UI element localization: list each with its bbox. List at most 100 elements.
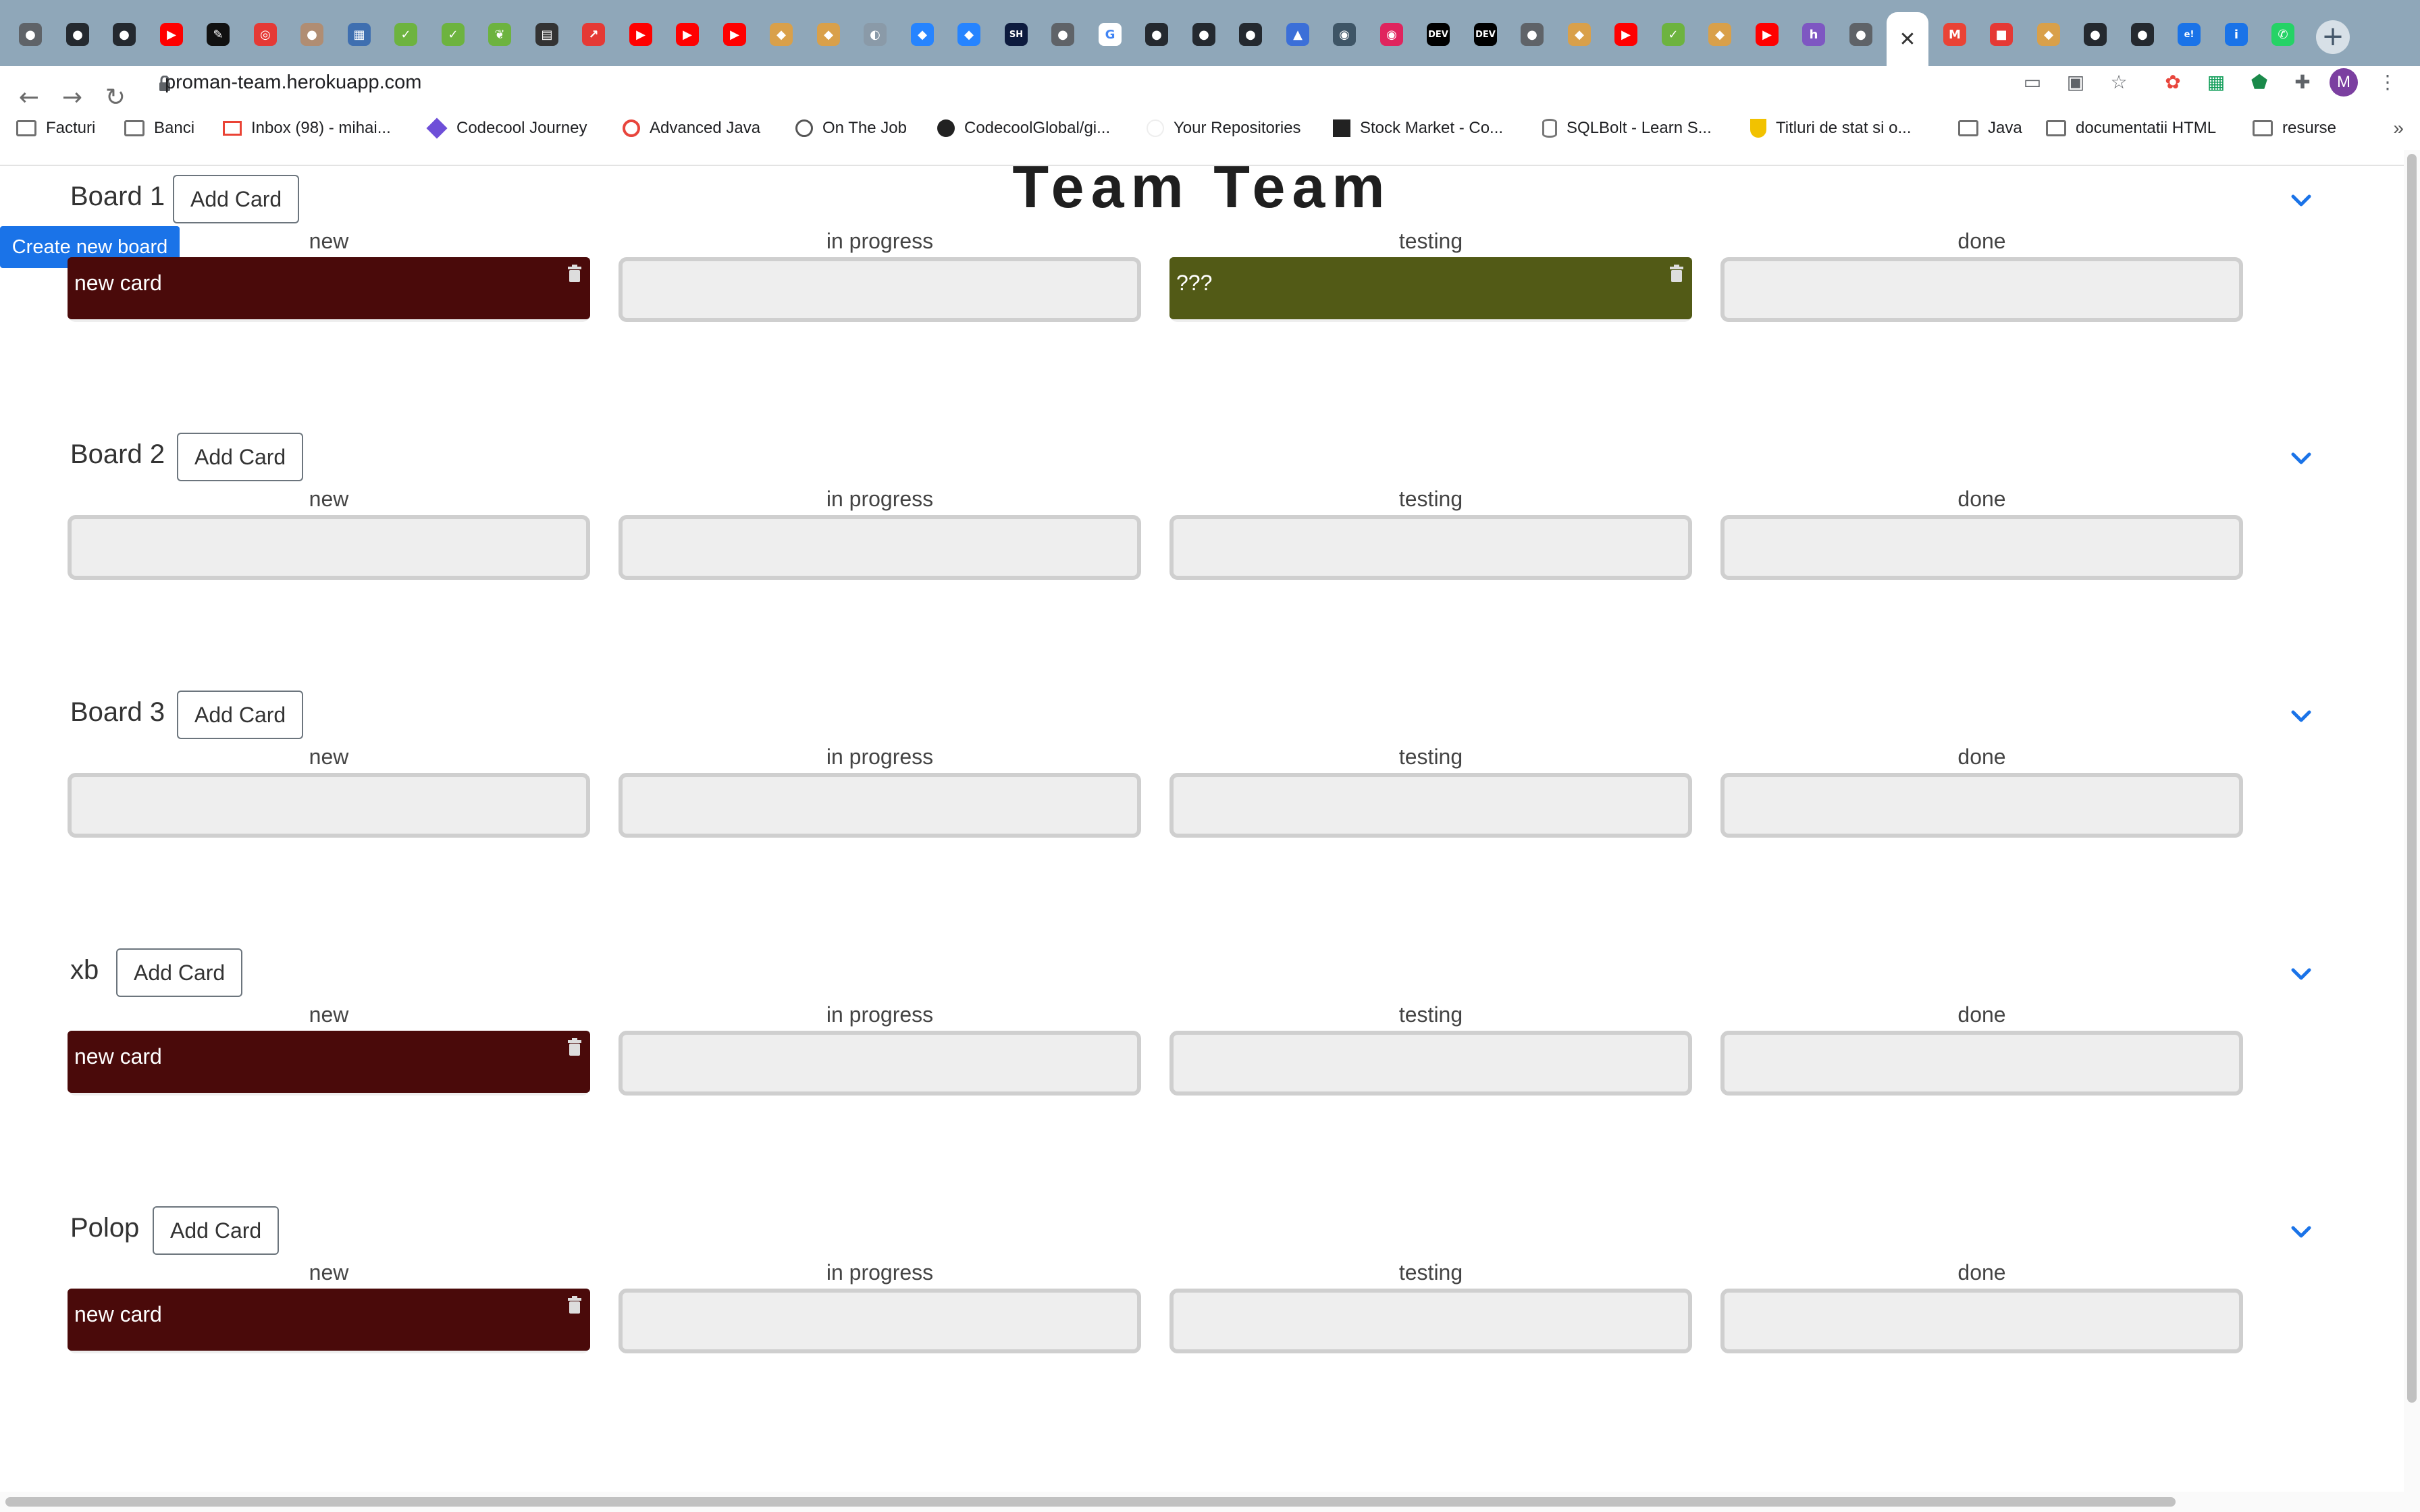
browser-tab[interactable]: ◆ bbox=[808, 12, 849, 57]
board-title[interactable]: Board 1 bbox=[70, 182, 165, 212]
card-title[interactable]: new card bbox=[74, 271, 162, 295]
browser-tab[interactable]: ✓ bbox=[1652, 12, 1694, 57]
bookmark-item[interactable]: resurse bbox=[2253, 108, 2336, 148]
bookmark-item[interactable]: CodecoolGlobal/gi... bbox=[937, 108, 1110, 148]
column-dropzone[interactable] bbox=[68, 515, 590, 580]
browser-tab[interactable]: h bbox=[1793, 12, 1835, 57]
browser-tab[interactable]: ▶ bbox=[1605, 12, 1647, 57]
bookmark-item[interactable]: Codecool Journey bbox=[426, 108, 587, 148]
bookmark-item[interactable]: Advanced Java bbox=[623, 108, 760, 148]
new-tab-button[interactable]: + bbox=[2316, 20, 2350, 54]
bookmark-item[interactable]: Inbox (98) - mihai... bbox=[223, 108, 391, 148]
browser-tab[interactable]: ▶ bbox=[714, 12, 756, 57]
column-dropzone[interactable]: new card bbox=[68, 1289, 590, 1353]
chevron-down-icon[interactable] bbox=[2286, 186, 2316, 215]
address-bar[interactable]: proman-team.herokuapp.com bbox=[165, 68, 421, 97]
profile-avatar[interactable]: M bbox=[2330, 68, 2358, 97]
board-title[interactable]: Polop bbox=[70, 1213, 139, 1243]
browser-tab[interactable]: ■ bbox=[1980, 12, 2022, 57]
trash-icon[interactable] bbox=[566, 264, 583, 284]
bookmark-star-icon[interactable]: ☆ bbox=[2104, 68, 2134, 97]
browser-tab[interactable]: ▤ bbox=[526, 12, 568, 57]
browser-tab[interactable]: ✆ bbox=[2262, 12, 2304, 57]
chevron-down-icon[interactable] bbox=[2286, 1217, 2316, 1247]
card[interactable]: ??? bbox=[1169, 257, 1692, 319]
bookmark-item[interactable]: Stock Market - Co... bbox=[1333, 108, 1503, 148]
browser-tab[interactable]: ● bbox=[2074, 12, 2116, 57]
horizontal-scrollbar-thumb[interactable] bbox=[5, 1497, 2176, 1507]
column-dropzone[interactable] bbox=[1720, 1031, 2243, 1096]
horizontal-scrollbar[interactable] bbox=[0, 1492, 2404, 1512]
add-card-button[interactable]: Add Card bbox=[153, 1206, 280, 1255]
board-title[interactable]: xb bbox=[70, 955, 99, 986]
column-dropzone[interactable] bbox=[619, 515, 1141, 580]
column-dropzone[interactable] bbox=[1169, 773, 1692, 838]
browser-tab[interactable]: ● bbox=[57, 12, 99, 57]
column-dropzone[interactable] bbox=[1169, 1031, 1692, 1096]
bookmark-item[interactable]: Java bbox=[1958, 108, 2022, 148]
browser-tab[interactable]: ◉ bbox=[1323, 12, 1365, 57]
bookmark-item[interactable]: documentatii HTML bbox=[2046, 108, 2216, 148]
browser-tab[interactable]: ◆ bbox=[1558, 12, 1600, 57]
bookmark-item[interactable]: Titluri de stat si o... bbox=[1750, 108, 1912, 148]
browser-tab[interactable]: ● bbox=[9, 12, 51, 57]
browser-tab[interactable]: G bbox=[1089, 12, 1131, 57]
browser-tab[interactable]: ◆ bbox=[760, 12, 802, 57]
card[interactable]: new card bbox=[68, 1289, 590, 1351]
sheets-extension-icon[interactable]: ▦ bbox=[2201, 68, 2231, 97]
column-dropzone[interactable]: new card bbox=[68, 257, 590, 322]
browser-tab[interactable]: ↗ bbox=[573, 12, 614, 57]
browser-tab[interactable]: ▶ bbox=[1746, 12, 1788, 57]
browser-tab[interactable]: ● bbox=[291, 12, 333, 57]
card-title[interactable]: new card bbox=[74, 1302, 162, 1326]
close-tab-icon[interactable]: ✕ bbox=[1899, 28, 1916, 51]
column-dropzone[interactable]: ??? bbox=[1169, 257, 1692, 322]
browser-tab[interactable]: ◆ bbox=[948, 12, 990, 57]
add-card-button[interactable]: Add Card bbox=[173, 175, 300, 223]
card[interactable]: new card bbox=[68, 1031, 590, 1093]
browser-tab[interactable]: ▲ bbox=[1277, 12, 1319, 57]
browser-tab[interactable]: i bbox=[2215, 12, 2257, 57]
vertical-scrollbar-thumb[interactable] bbox=[2407, 154, 2417, 1403]
browser-tab[interactable]: ✎ bbox=[197, 12, 239, 57]
bookmark-item[interactable]: On The Job bbox=[795, 108, 907, 148]
card-title[interactable]: new card bbox=[74, 1044, 162, 1069]
board-title[interactable]: Board 3 bbox=[70, 697, 165, 728]
color-extension-icon[interactable]: ✿ bbox=[2158, 68, 2188, 97]
extensions-puzzle-icon[interactable]: ✚ bbox=[2288, 68, 2317, 97]
column-dropzone[interactable] bbox=[1720, 515, 2243, 580]
browser-tab[interactable]: ● bbox=[1136, 12, 1178, 57]
column-dropzone[interactable] bbox=[1720, 1289, 2243, 1353]
bookmarks-more-button[interactable]: » bbox=[2393, 108, 2404, 148]
bookmark-item[interactable]: Facturi bbox=[16, 108, 95, 148]
column-dropzone[interactable] bbox=[1720, 257, 2243, 322]
browser-tab[interactable]: ◆ bbox=[2028, 12, 2070, 57]
column-dropzone[interactable] bbox=[619, 1031, 1141, 1096]
browser-tab[interactable]: ● bbox=[1230, 12, 1271, 57]
browser-tab[interactable]: ● bbox=[2122, 12, 2163, 57]
trash-icon[interactable] bbox=[566, 1037, 583, 1058]
browser-tab[interactable]: ● bbox=[103, 12, 145, 57]
browser-tab[interactable]: ◆ bbox=[1699, 12, 1741, 57]
column-dropzone[interactable] bbox=[619, 773, 1141, 838]
browser-tab[interactable]: ▶ bbox=[151, 12, 192, 57]
shield-extension-icon[interactable]: ⬟ bbox=[2244, 68, 2274, 97]
chevron-down-icon[interactable] bbox=[2286, 701, 2316, 731]
column-dropzone[interactable]: new card bbox=[68, 1031, 590, 1096]
card[interactable]: new card bbox=[68, 257, 590, 319]
browser-tab[interactable]: ▶ bbox=[666, 12, 708, 57]
browser-tab[interactable]: ● bbox=[1840, 12, 1882, 57]
browser-tab[interactable]: ● bbox=[1511, 12, 1553, 57]
column-dropzone[interactable] bbox=[1169, 515, 1692, 580]
board-title[interactable]: Board 2 bbox=[70, 439, 165, 470]
browser-menu-icon[interactable]: ⋮ bbox=[2373, 68, 2402, 97]
column-dropzone[interactable] bbox=[1169, 1289, 1692, 1353]
column-dropzone[interactable] bbox=[68, 773, 590, 838]
browser-tab[interactable]: ✓ bbox=[432, 12, 474, 57]
browser-tab[interactable]: ▦ bbox=[338, 12, 380, 57]
browser-tab[interactable]: ◉ bbox=[1371, 12, 1413, 57]
bookmark-item[interactable]: Banci bbox=[124, 108, 194, 148]
card-title[interactable]: ??? bbox=[1176, 271, 1212, 295]
add-card-button[interactable]: Add Card bbox=[177, 433, 304, 481]
browser-tab[interactable]: ● bbox=[1042, 12, 1084, 57]
